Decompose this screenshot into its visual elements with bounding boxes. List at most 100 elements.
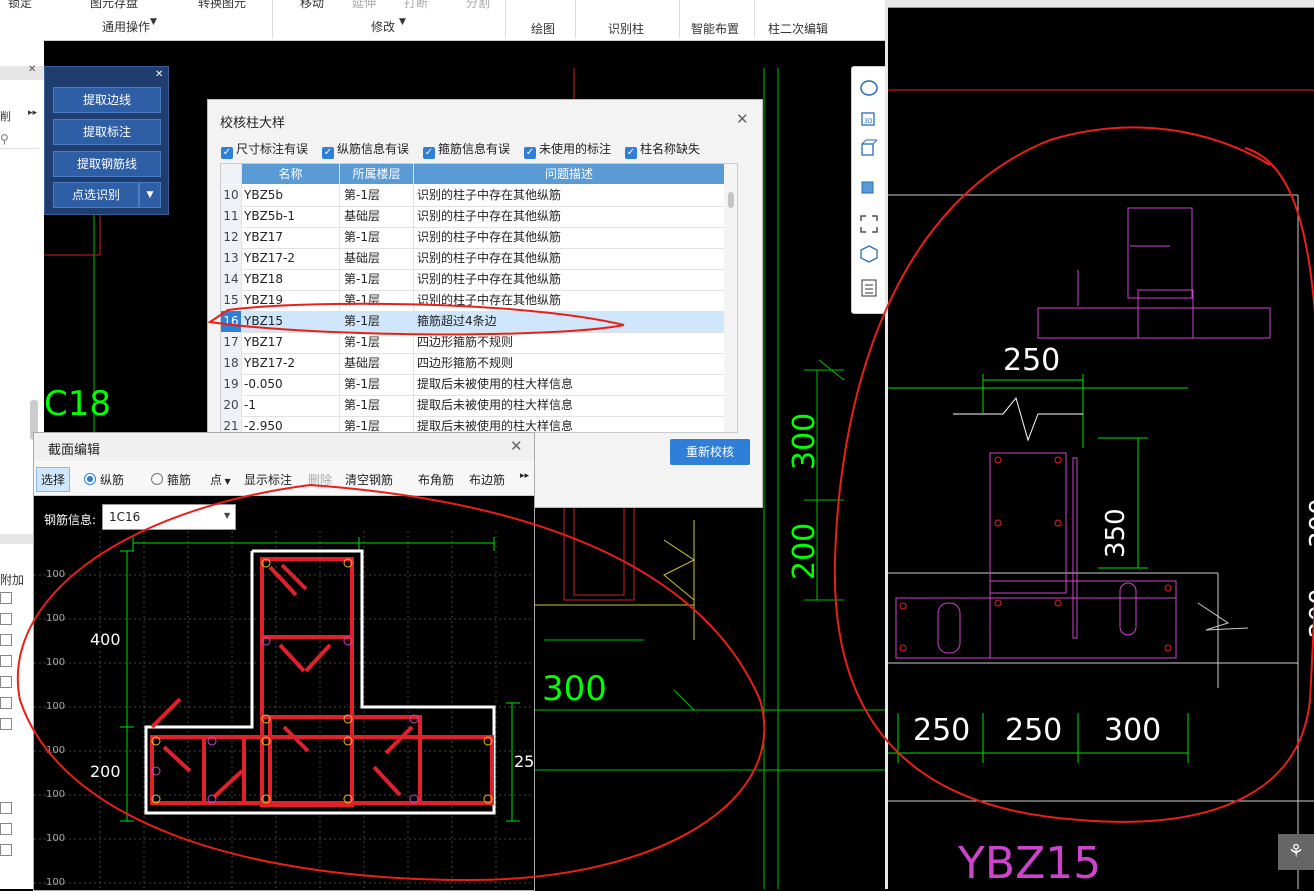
edge-rebar-button[interactable]: 布边筋: [469, 471, 505, 488]
row-number: 13: [221, 248, 241, 269]
row-checkbox[interactable]: [0, 844, 12, 856]
cell-desc: 箍筋超过4条边: [417, 314, 497, 328]
table-row[interactable]: 12 YBZ17 第-1层 识别的柱子中存在其他纵筋: [221, 227, 724, 249]
orbit-icon[interactable]: [860, 79, 878, 97]
dialog-title: 截面编辑: [48, 443, 101, 458]
check-missing-name[interactable]: ✓ 柱名称缺失: [625, 140, 700, 159]
break-button[interactable]: 打断: [404, 0, 428, 11]
column-header-name[interactable]: 名称: [242, 164, 339, 184]
group-general-ops[interactable]: 通用操作: [102, 18, 150, 35]
recheck-button[interactable]: 重新校核: [670, 439, 750, 465]
split-button[interactable]: 分割: [466, 0, 490, 11]
lock-button[interactable]: 锁定: [8, 0, 32, 11]
check-unused-label[interactable]: ✓ 未使用的标注: [524, 140, 611, 159]
table-row[interactable]: 19 -0.050 第-1层 提取后未被使用的柱大样信息: [221, 374, 724, 396]
group-draw[interactable]: 绘图: [531, 20, 555, 37]
delete-button[interactable]: 删除: [308, 471, 332, 488]
box-select-icon[interactable]: [860, 245, 878, 263]
column-header-desc[interactable]: 问题描述: [414, 164, 724, 184]
row-checkbox[interactable]: [0, 592, 12, 604]
move-button[interactable]: 移动: [300, 0, 324, 11]
group-column-edit[interactable]: 柱二次编辑: [768, 20, 828, 37]
cell-name: YBZ5b: [244, 188, 284, 202]
table-row[interactable]: 10 YBZ5b 第-1层 识别的柱子中存在其他纵筋: [221, 185, 724, 207]
cad-dim-300-vertical: 300: [1305, 498, 1314, 548]
grid-label: 100: [46, 613, 65, 624]
svg-text:3D: 3D: [864, 118, 873, 125]
grid-label: 100: [46, 789, 65, 800]
check-label: 尺寸标注有误: [236, 142, 309, 156]
rebar-info-select[interactable]: 1C16 ▼: [102, 504, 236, 530]
clear-rebar-button[interactable]: 清空钢筋: [345, 471, 393, 488]
radio-longitudinal[interactable]: 纵筋: [84, 471, 124, 488]
more-icon[interactable]: ▸▸: [28, 108, 37, 118]
corner-rebar-button[interactable]: 布角筋: [418, 471, 454, 488]
cell-name: YBZ15: [244, 314, 284, 328]
extend-button[interactable]: 延伸: [352, 0, 376, 11]
select-tool-button[interactable]: 选择: [36, 467, 71, 492]
dim-label: 200: [90, 762, 121, 781]
row-checkbox[interactable]: [0, 802, 12, 814]
extract-edges-button[interactable]: 提取边线: [53, 87, 161, 113]
cube-outline-icon[interactable]: [860, 139, 878, 157]
table-row[interactable]: 16 YBZ15 第-1层 箍筋超过4条边: [221, 311, 724, 333]
row-checkbox[interactable]: [0, 634, 12, 646]
table-row[interactable]: 18 YBZ17-2 基础层 四边形箍筋不规则: [221, 353, 724, 375]
grid-label: 100: [46, 701, 65, 712]
search-icon[interactable]: ⚲: [0, 132, 9, 146]
table-row[interactable]: 13 YBZ17-2 基础层 识别的柱子中存在其他纵筋: [221, 248, 724, 270]
check-dimension-error[interactable]: ✓ 尺寸标注有误: [221, 140, 308, 159]
table-row[interactable]: 15 YBZ19 第-1层 识别的柱子中存在其他纵筋: [221, 290, 724, 312]
cell-desc: 识别的柱子中存在其他纵筋: [417, 251, 562, 265]
row-number: 17: [221, 332, 241, 353]
section-canvas[interactable]: 100 100 100 100 100 100 100 100 250 300 …: [34, 531, 534, 890]
more-icon[interactable]: ▸▸: [520, 471, 529, 481]
row-checkbox[interactable]: [0, 697, 12, 709]
convert-element-button[interactable]: 转换图元: [198, 0, 246, 11]
row-number: 15: [221, 290, 241, 311]
row-checkbox[interactable]: [0, 823, 12, 835]
extract-rebar-lines-button[interactable]: 提取钢筋线: [53, 151, 161, 177]
group-smart-layout[interactable]: 智能布置: [691, 20, 739, 37]
close-icon[interactable]: ✕: [155, 69, 163, 80]
row-checkbox[interactable]: [0, 613, 12, 625]
view-3d-icon[interactable]: 3D: [860, 109, 878, 127]
table-row[interactable]: 21 -2.950 第-1层 提取后未被使用的柱大样信息: [221, 416, 724, 432]
cad-dim-300-vertical: 300: [787, 413, 822, 470]
row-number: 21: [221, 416, 241, 432]
close-icon[interactable]: ✕: [28, 64, 36, 75]
point-identify-button[interactable]: 点选识别: [53, 182, 139, 208]
cell-desc: 识别的柱子中存在其他纵筋: [417, 293, 562, 307]
list-icon[interactable]: [860, 279, 878, 297]
point-tool-button[interactable]: 点 ▼: [210, 471, 231, 488]
chevron-down-icon[interactable]: ▼: [139, 182, 161, 208]
row-checkbox[interactable]: [0, 655, 12, 667]
group-identify-column[interactable]: 识别柱: [608, 20, 644, 37]
show-labels-button[interactable]: 显示标注: [244, 471, 292, 488]
table-row[interactable]: 14 YBZ18 第-1层 识别的柱子中存在其他纵筋: [221, 269, 724, 291]
fullscreen-icon[interactable]: [860, 215, 878, 233]
cell-name: YBZ18: [244, 272, 284, 286]
save-element-button[interactable]: 图元存盘: [90, 0, 138, 11]
extract-labels-button[interactable]: 提取标注: [53, 119, 161, 145]
cad-canvas-right[interactable]: 250 350 250 250 300 300 200 YBZ15: [888, 8, 1314, 889]
table-row[interactable]: 20 -1 第-1层 提取后未被使用的柱大样信息: [221, 395, 724, 417]
close-icon[interactable]: ✕: [510, 437, 523, 455]
column-header-floor[interactable]: 所属楼层: [340, 164, 413, 184]
check-stirrup-error[interactable]: ✓ 箍筋信息有误: [423, 140, 510, 159]
cube-solid-icon[interactable]: [860, 177, 878, 195]
row-checkbox[interactable]: [0, 676, 12, 688]
divider: [575, 0, 576, 38]
table-row[interactable]: 11 YBZ5b-1 基础层 识别的柱子中存在其他纵筋: [221, 206, 724, 228]
radio-stirrup[interactable]: 箍筋: [151, 471, 191, 488]
check-rebar-error[interactable]: ✓ 纵筋信息有误: [322, 140, 409, 159]
check-label: 箍筋信息有误: [438, 142, 511, 156]
row-checkbox[interactable]: [0, 718, 12, 730]
grid-view-icon[interactable]: ⚘: [1278, 834, 1314, 870]
table-row[interactable]: 17 YBZ17 第-1层 四边形箍筋不规则: [221, 332, 724, 354]
cad-dim-250: 250: [1005, 713, 1062, 748]
group-modify[interactable]: 修改: [371, 18, 395, 35]
close-icon[interactable]: ✕: [736, 110, 749, 128]
scrollbar-thumb[interactable]: [728, 192, 734, 208]
check-label: 纵筋信息有误: [337, 142, 410, 156]
